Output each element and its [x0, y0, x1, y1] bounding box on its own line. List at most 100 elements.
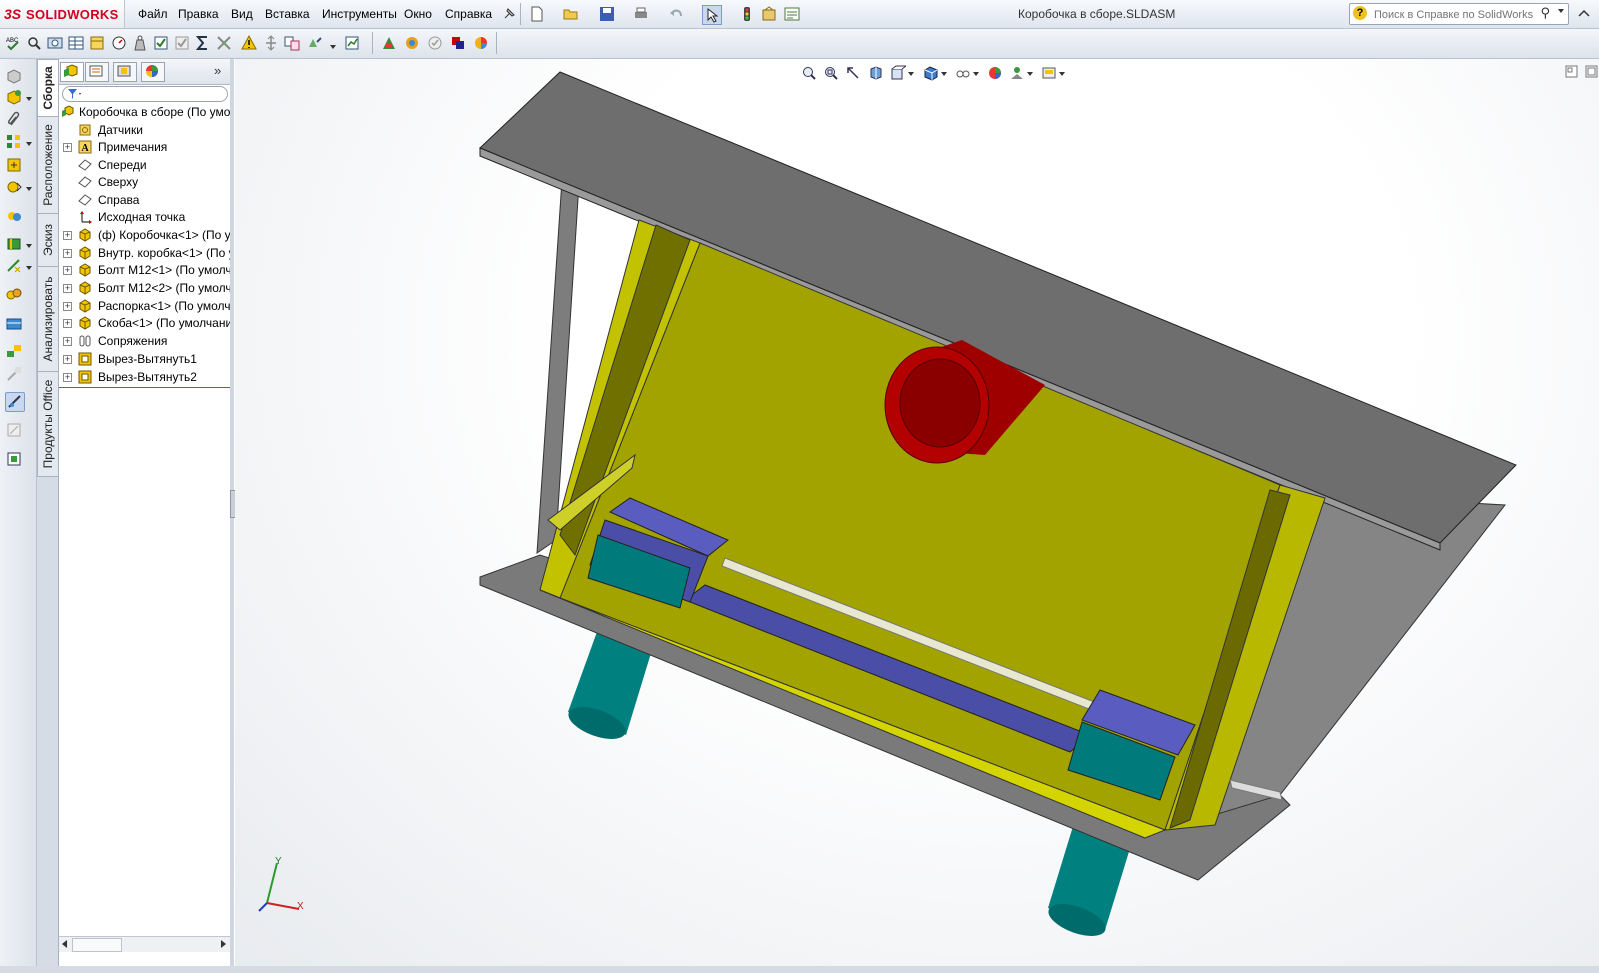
- pin-icon[interactable]: [500, 5, 518, 23]
- check-sketch-icon[interactable]: [152, 34, 170, 52]
- tree-item-component[interactable]: + Болт М12<2> (По умолчанию): [59, 280, 230, 297]
- help-search-box[interactable]: ? ⚲: [1349, 3, 1569, 25]
- large-assembly-mode-icon[interactable]: [5, 450, 23, 468]
- scroll-right-arrow-icon[interactable]: [221, 940, 226, 948]
- design-table-icon[interactable]: [88, 34, 106, 52]
- tab-assembly[interactable]: Сборка: [37, 59, 58, 117]
- help-search-input[interactable]: [1372, 6, 1546, 23]
- hole-table-icon[interactable]: [46, 34, 64, 52]
- expand-toggle-icon[interactable]: +: [63, 302, 72, 311]
- undo-icon[interactable]: [667, 5, 685, 23]
- filter-funnel-icon[interactable]: [67, 88, 83, 100]
- expand-toggle-icon[interactable]: +: [63, 231, 72, 240]
- displaymanager-tab[interactable]: [141, 62, 165, 82]
- explode-line-sketch-icon[interactable]: [5, 365, 23, 383]
- equations-sigma-icon[interactable]: [194, 34, 212, 52]
- tree-item-component[interactable]: + Внутр. коробка<1> (По умолчанию): [59, 245, 230, 262]
- rollback-bar[interactable]: [59, 387, 230, 388]
- chevron-down-icon[interactable]: [330, 45, 336, 49]
- solidworks-logo[interactable]: 3S SOLIDWORKS: [0, 0, 125, 28]
- interference-check-icon[interactable]: [5, 392, 25, 412]
- bill-of-materials-icon[interactable]: [5, 315, 23, 333]
- reference-geometry-icon[interactable]: [5, 257, 23, 275]
- menu-insert[interactable]: Вставка: [265, 7, 310, 21]
- show-hidden-components-icon[interactable]: [5, 207, 23, 225]
- tree-item-component[interactable]: + Распорка<1> (По умолчанию): [59, 298, 230, 315]
- tree-item-cut-extrude[interactable]: + Вырез-Вытянуть2: [59, 369, 230, 386]
- find-references-icon[interactable]: [25, 34, 43, 52]
- save-icon[interactable]: [598, 5, 616, 23]
- tree-item-component[interactable]: + (ф) Коробочка<1> (По умолчанию): [59, 227, 230, 244]
- simulation-icon[interactable]: [380, 34, 398, 52]
- tree-item-origin[interactable]: Исходная точка: [59, 209, 230, 226]
- chevron-down-icon[interactable]: [1558, 9, 1564, 13]
- rebuild-traffic-light-icon[interactable]: [738, 5, 756, 23]
- expand-panel-icon[interactable]: »: [214, 63, 221, 78]
- expand-toggle-icon[interactable]: +: [63, 249, 72, 258]
- tree-item-sensors[interactable]: Датчики: [59, 122, 230, 139]
- expand-toggle-icon[interactable]: +: [63, 337, 72, 346]
- chevron-down-icon[interactable]: [26, 142, 32, 146]
- new-document-icon[interactable]: [528, 5, 546, 23]
- tab-evaluate[interactable]: Анализировать: [37, 266, 58, 372]
- check-entity-icon[interactable]: [173, 34, 191, 52]
- expand-toggle-icon[interactable]: +: [63, 143, 72, 152]
- print-icon[interactable]: [632, 5, 650, 23]
- chevron-down-icon[interactable]: [26, 266, 32, 270]
- tab-office-products[interactable]: Продукты Office: [37, 371, 58, 477]
- new-motion-study-icon[interactable]: [5, 285, 23, 303]
- symmetry-check-icon[interactable]: [306, 34, 324, 52]
- clearance-warning-icon[interactable]: [240, 34, 258, 52]
- expand-arrow-icon[interactable]: [1576, 6, 1592, 22]
- photoview-render-icon[interactable]: [472, 34, 490, 52]
- tree-item-mates[interactable]: + Сопряжения: [59, 333, 230, 350]
- menu-tools[interactable]: Инструменты: [322, 7, 397, 21]
- featuremanager-tab[interactable]: [60, 62, 84, 82]
- smart-fasteners-icon[interactable]: [5, 156, 23, 174]
- tree-item-component[interactable]: + Болт М12<1> (По умолчанию): [59, 262, 230, 279]
- tree-item-right-plane[interactable]: Справа: [59, 192, 230, 209]
- open-folder-icon[interactable]: [562, 5, 580, 23]
- measure-gauge-icon[interactable]: [110, 34, 128, 52]
- chevron-down-icon[interactable]: [26, 97, 32, 101]
- file-properties-icon[interactable]: [760, 5, 778, 23]
- assembly-features-icon[interactable]: [5, 235, 23, 253]
- scroll-left-arrow-icon[interactable]: [62, 940, 67, 948]
- feature-statistics-icon[interactable]: [343, 34, 361, 52]
- motion-study-icon[interactable]: [403, 34, 421, 52]
- new-part-icon[interactable]: [5, 88, 23, 106]
- assembly-model-view[interactable]: [235, 59, 1599, 973]
- tab-sketch[interactable]: Эскиз: [37, 213, 58, 267]
- expand-toggle-icon[interactable]: +: [63, 373, 72, 382]
- scroll-thumb[interactable]: [72, 938, 122, 952]
- tree-item-component[interactable]: + Скоба<1> (По умолчанию): [59, 315, 230, 332]
- tree-filter[interactable]: [62, 86, 228, 102]
- interference-detection-icon[interactable]: [215, 34, 233, 52]
- expand-toggle-icon[interactable]: +: [63, 355, 72, 364]
- menu-help[interactable]: Справка: [445, 7, 492, 21]
- menu-edit[interactable]: Правка: [178, 7, 219, 21]
- search-icon[interactable]: ⚲: [1540, 5, 1550, 21]
- chevron-down-icon[interactable]: [26, 244, 32, 248]
- tree-item-front-plane[interactable]: Спереди: [59, 157, 230, 174]
- compare-documents-icon[interactable]: [283, 34, 301, 52]
- move-component-icon[interactable]: [5, 178, 23, 196]
- expand-toggle-icon[interactable]: +: [63, 284, 72, 293]
- hole-alignment-icon[interactable]: [262, 34, 280, 52]
- appearance-color-icon[interactable]: [449, 34, 467, 52]
- tree-item-annotations[interactable]: + A Примечания: [59, 139, 230, 156]
- propertymanager-tab[interactable]: [85, 62, 109, 82]
- menu-window[interactable]: Окно: [404, 7, 432, 21]
- tree-item-cut-extrude[interactable]: + Вырез-Вытянуть1: [59, 351, 230, 368]
- options-icon[interactable]: [783, 5, 801, 23]
- chevron-down-icon[interactable]: [26, 187, 32, 191]
- select-cursor-icon[interactable]: [702, 5, 722, 25]
- design-checker-icon[interactable]: [426, 34, 444, 52]
- expand-toggle-icon[interactable]: +: [63, 266, 72, 275]
- configurationmanager-tab[interactable]: [113, 62, 137, 82]
- insert-component-icon[interactable]: [5, 67, 23, 85]
- spell-check-icon[interactable]: ABC: [4, 34, 22, 52]
- menu-file[interactable]: Файл: [138, 7, 168, 21]
- tree-item-top-plane[interactable]: Сверху: [59, 174, 230, 191]
- tree-horizontal-scrollbar[interactable]: [59, 936, 230, 952]
